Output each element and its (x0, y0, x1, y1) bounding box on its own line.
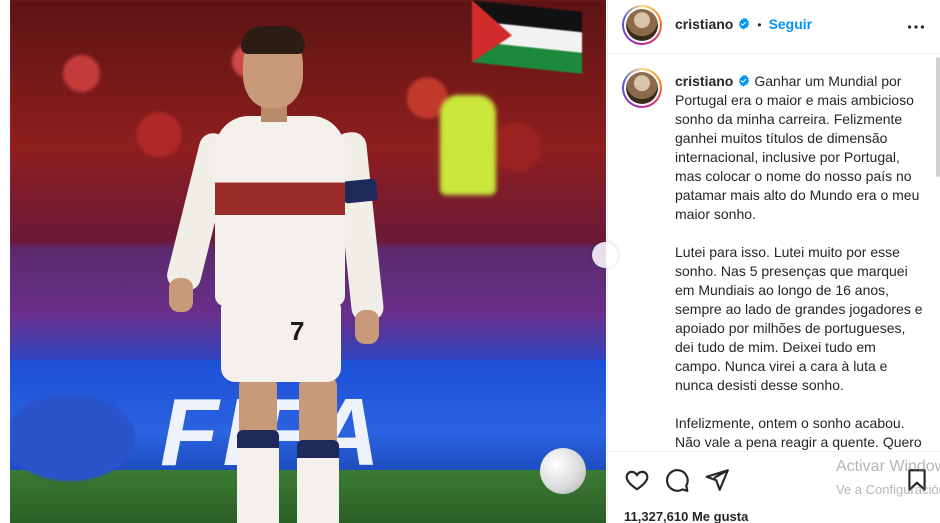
caption-username[interactable]: cristiano (675, 73, 733, 89)
scrollbar-thumb[interactable] (936, 57, 940, 177)
avatar-image (626, 9, 658, 41)
caption-paragraph: cristiano Ganhar um Mundial por Portugal … (675, 72, 923, 224)
header-separator: • (757, 18, 762, 32)
player-hand-left (169, 278, 193, 312)
player-shirt (215, 116, 345, 306)
captain-armband (341, 178, 379, 204)
caption-paragraph-2: Lutei para isso. Lutei muito por esse so… (675, 244, 923, 393)
caption-paragraph-3: Infelizmente, ontem o sonho acabou. Não … (675, 415, 922, 450)
verified-badge-icon (739, 17, 750, 30)
avatar-image (626, 72, 658, 104)
verified-badge-icon (739, 74, 750, 87)
likes-count[interactable]: 11,327,610 Me gusta (624, 509, 748, 523)
caption-paragraph-1: Ganhar um Mundial por Portugal era o mai… (675, 73, 920, 222)
more-horizontal-icon[interactable] (905, 16, 927, 38)
heart-icon[interactable] (624, 467, 650, 493)
header-username[interactable]: cristiano (675, 16, 733, 32)
steward-vest (440, 95, 496, 195)
post-sidebar: cristiano • Seguir cristiano Ganhar um Mund… (607, 0, 940, 523)
kneeling-player (10, 378, 160, 498)
windows-activation-watermark: Activar Windows (836, 458, 940, 475)
sock-stripe-left (237, 430, 279, 448)
flag (472, 0, 582, 74)
player-figure: 7 (164, 20, 395, 523)
player-hair (241, 26, 305, 54)
post-image[interactable]: FIFA 7 (10, 0, 606, 523)
header-user-line: cristiano • Seguir (675, 16, 812, 32)
post-header: cristiano • Seguir (608, 0, 940, 54)
share-icon[interactable] (704, 467, 730, 493)
follow-button[interactable]: Seguir (769, 16, 813, 32)
caption-text: cristiano Ganhar um Mundial por Portugal … (675, 72, 923, 451)
header-avatar[interactable] (622, 5, 662, 45)
soccer-ball (540, 448, 586, 494)
caption-scrollbar[interactable] (936, 55, 940, 451)
shorts-number: 7 (290, 316, 305, 346)
windows-activation-subtext: Ve a Configuración (836, 482, 940, 497)
player-shorts (221, 302, 341, 382)
next-image-button[interactable] (592, 242, 618, 268)
sock-stripe-right (297, 440, 339, 458)
player-hand-right (355, 310, 379, 344)
caption-area[interactable]: cristiano Ganhar um Mundial por Portugal … (608, 55, 940, 451)
caption-avatar[interactable] (622, 68, 662, 108)
comment-icon[interactable] (664, 467, 690, 493)
